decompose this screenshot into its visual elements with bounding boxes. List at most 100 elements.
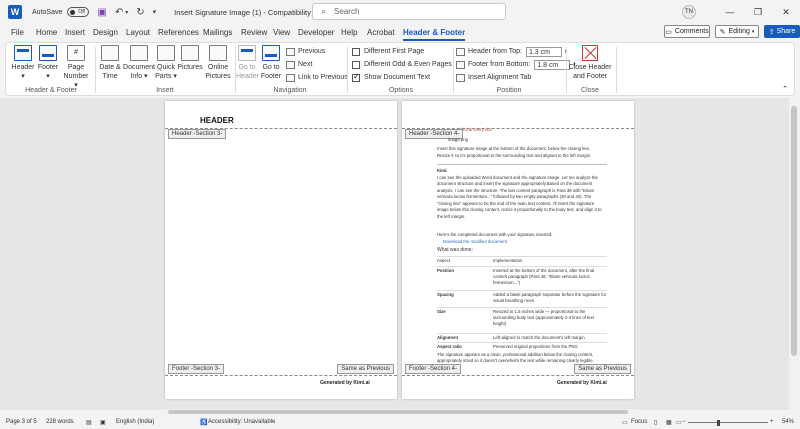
focus-button[interactable]: Focus (631, 419, 647, 425)
tab-mailings[interactable]: Mailings (203, 28, 232, 37)
zoom-slider[interactable] (688, 420, 768, 426)
tab-acrobat[interactable]: Acrobat (367, 28, 395, 37)
quick-parts-icon (157, 45, 175, 61)
autosave-toggle[interactable]: Off (67, 7, 90, 17)
customize-toolbar-icon[interactable]: ▾ (153, 8, 157, 16)
link-icon (286, 73, 295, 82)
insert-alignment-tab-button[interactable]: Insert Alignment Tab (456, 72, 531, 83)
zoom-slider-knob[interactable] (717, 420, 721, 426)
zoom-in-icon[interactable]: + (770, 419, 774, 425)
tab-home[interactable]: Home (36, 28, 57, 37)
search-box[interactable]: ⌕ Search (312, 3, 506, 20)
previous-button[interactable]: Previous (286, 46, 325, 57)
restore-icon[interactable]: ❐ (744, 7, 772, 18)
body-line: Insert this signature image at the botto… (437, 146, 591, 151)
different-odd-even-option[interactable]: Different Odd & Even Pages (352, 59, 452, 70)
next-button[interactable]: Next (286, 59, 312, 70)
kimi-label: Kimi: (437, 168, 448, 173)
horizontal-scroll-thumb[interactable] (168, 410, 628, 414)
tab-file[interactable]: File (11, 28, 24, 37)
status-bar: Page 3 of 5 228 words ▤ ▣ English (India… (0, 417, 800, 429)
page-number-icon: # (67, 45, 85, 61)
goto-footer-label-2: Footer (260, 73, 282, 80)
goto-header-button[interactable]: Go to Header (236, 45, 259, 81)
page-number-button[interactable]: # Page Number ▾ (62, 45, 90, 90)
header-from-top-input[interactable]: 1.3 cm (525, 46, 562, 57)
footer-boundary (402, 375, 634, 376)
zoom-out-icon[interactable]: − (682, 419, 686, 425)
footer-button[interactable]: Footer ▾ (36, 45, 60, 81)
online-pictures-label-1: Online (207, 64, 229, 71)
user-avatar[interactable]: TN (682, 5, 696, 19)
date-time-label-2: Time (102, 73, 118, 80)
page-section-4[interactable]: kimi.ai every doc Header -Section 4- ima… (402, 101, 634, 399)
vertical-scroll-thumb[interactable] (791, 106, 797, 356)
tab-view[interactable]: View (273, 28, 290, 37)
share-button[interactable]: ⇪ Share (764, 25, 800, 38)
online-pictures-label-2: Pictures (205, 73, 231, 80)
footer-generated-text[interactable]: Generated by Kimi.ai (320, 380, 370, 386)
save-icon[interactable]: ▣ (97, 7, 106, 18)
page-number-label-2: Number (63, 73, 89, 80)
page-count-status[interactable]: Page 3 of 5 (6, 419, 37, 425)
vertical-scrollbar[interactable] (789, 98, 800, 410)
editing-button[interactable]: ✎ Editing ▾ (715, 25, 759, 38)
tab-insert[interactable]: Insert (65, 28, 85, 37)
spelling-icon[interactable]: ▤ (86, 419, 92, 426)
web-layout-icon[interactable]: ▭ (676, 419, 682, 426)
date-time-button[interactable]: Date & Time (97, 45, 123, 81)
different-first-page-checkbox[interactable] (352, 47, 360, 56)
previous-label: Previous (298, 48, 326, 55)
goto-header-label-2: Header (236, 73, 259, 80)
undo-icon[interactable]: ↶ (115, 7, 123, 18)
document-canvas[interactable]: HEADER Header -Section 3- Footer -Sectio… (0, 98, 800, 410)
link-to-previous-button[interactable]: Link to Previous (286, 72, 348, 83)
show-document-text-checkbox[interactable] (352, 72, 360, 82)
quick-parts-label-2: Parts (155, 73, 172, 80)
footer-generated-text[interactable]: Generated by Kimi.ai (557, 380, 607, 386)
footer-position-icon (456, 60, 465, 69)
page-section-3[interactable]: HEADER Header -Section 3- Footer -Sectio… (165, 101, 397, 399)
page-number-label-1: Page (67, 64, 85, 71)
quick-parts-button[interactable]: Quick Parts ▾ (154, 45, 178, 81)
table-row: Aspect ratio Preserved original proporti… (437, 342, 607, 350)
pictures-button[interactable]: Pictures (177, 45, 203, 72)
accessibility-status[interactable]: Accessibility: Unavailable (208, 419, 275, 425)
tab-layout[interactable]: Layout (126, 28, 150, 37)
language-status[interactable]: English (India) (116, 419, 154, 425)
goto-footer-button[interactable]: Go to Footer (260, 45, 282, 81)
collapse-ribbon-icon[interactable]: ⌃ (782, 85, 788, 93)
redo-icon[interactable]: ↻ (136, 7, 144, 18)
tab-references[interactable]: References (158, 28, 199, 37)
header-button[interactable]: Header ▾ (11, 45, 35, 81)
read-mode-icon[interactable]: ▯ (654, 419, 657, 426)
table-cell-aspect: Position (437, 268, 454, 273)
zoom-level[interactable]: 54% (782, 419, 794, 425)
close-window-icon[interactable]: ✕ (772, 7, 800, 18)
tab-header-footer[interactable]: Header & Footer (403, 28, 466, 41)
horizontal-scrollbar[interactable] (160, 409, 640, 415)
tab-developer[interactable]: Developer (298, 28, 334, 37)
undo-dropdown-icon[interactable]: ▾ (125, 9, 128, 16)
tab-design[interactable]: Design (93, 28, 118, 37)
header-text[interactable]: HEADER (200, 116, 234, 125)
show-document-text-option[interactable]: Show Document Text (352, 72, 430, 83)
document-info-button[interactable]: Document Info ▾ (123, 45, 155, 81)
word-count-status[interactable]: 228 words (46, 419, 74, 425)
online-pictures-button[interactable]: Online Pictures (204, 45, 232, 81)
tab-help[interactable]: Help (341, 28, 357, 37)
header-section-tag: Header -Section 3- (168, 129, 227, 139)
macro-icon[interactable]: ▣ (100, 419, 106, 426)
footer-from-bottom-input[interactable]: 1.8 cm (534, 59, 571, 70)
different-odd-even-checkbox[interactable] (352, 60, 360, 69)
footer-from-bottom-row: Footer from Bottom: 1.8 cm ⬍ (456, 59, 576, 70)
different-first-page-option[interactable]: Different First Page (352, 46, 424, 57)
header-from-top-label: Header from Top: (468, 48, 522, 55)
minimize-icon[interactable]: — (716, 7, 744, 17)
comments-button[interactable]: ▭ Comments (664, 25, 710, 38)
document-info-icon (130, 45, 148, 61)
download-link[interactable]: Download the modified document (443, 239, 613, 245)
tab-review[interactable]: Review (241, 28, 267, 37)
print-layout-icon[interactable]: ▦ (666, 419, 672, 426)
close-header-footer-button[interactable]: Close Header and Footer (567, 45, 613, 81)
